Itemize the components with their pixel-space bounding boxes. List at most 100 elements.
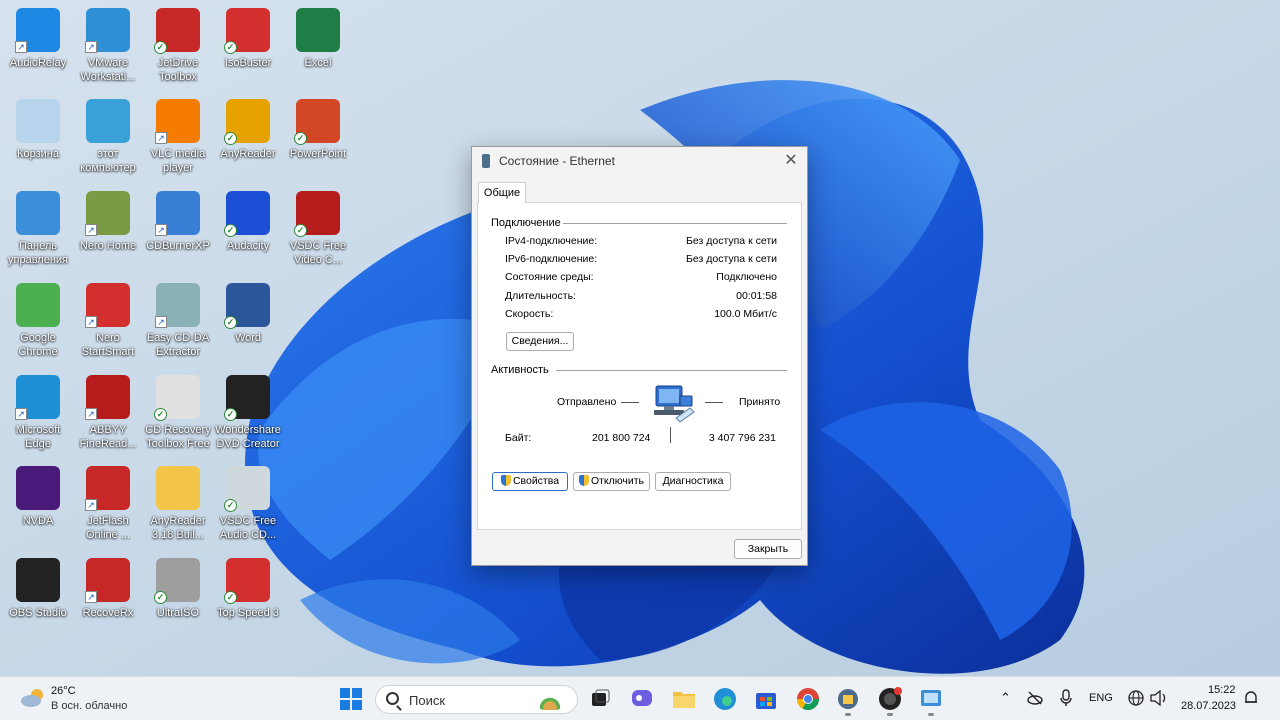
desktop-icon[interactable]: Excel — [283, 8, 353, 70]
weather-icon[interactable] — [20, 687, 46, 709]
properties-button[interactable]: Свойства — [492, 472, 568, 491]
close-icon[interactable]: ✕ — [781, 151, 801, 171]
app-icon: ↗ — [15, 375, 60, 420]
desktop-icon[interactable]: Панель управления — [3, 191, 73, 267]
app-icon: ✓ — [224, 191, 270, 237]
ipv4-value: Без доступа к сети — [686, 235, 777, 247]
desktop-icon[interactable]: ↗ VLC media player — [143, 99, 213, 175]
shortcut-arrow-icon: ↗ — [85, 591, 97, 603]
desktop-icon[interactable]: ↗ AudioRelay — [3, 8, 73, 70]
app-icon: ↗ — [85, 375, 130, 420]
obs-taskbar-icon[interactable] — [878, 687, 902, 711]
desktop-icon-label: Word — [234, 332, 262, 344]
sync-check-icon: ✓ — [224, 132, 237, 145]
desktop-icon[interactable]: ↗ ABBYY FineRead... — [73, 375, 143, 451]
running-indicator — [845, 713, 851, 716]
edge-icon[interactable] — [713, 687, 737, 711]
running-indicator — [887, 713, 893, 716]
weather-description[interactable]: В осн. облачно — [51, 700, 127, 712]
desktop-icon[interactable]: ✓ VSDC Free Video C... — [283, 191, 353, 267]
desktop-icon[interactable]: ↗ CDBurnerXP — [143, 191, 213, 253]
desktop-icon[interactable]: ✓ UltraISO — [143, 558, 213, 620]
shortcut-arrow-icon: ↗ — [155, 224, 167, 236]
tab-general[interactable]: Общие — [478, 182, 526, 203]
desktop-icon[interactable]: ✓ PowerPoint — [283, 99, 353, 161]
sent-line — [621, 402, 639, 403]
desktop-icon-label: VSDC Free Video C... — [289, 240, 347, 266]
app-icon — [16, 466, 60, 510]
search-highlight-icon — [537, 690, 563, 710]
group-divider — [556, 370, 787, 371]
onedrive-offline-icon[interactable] — [1027, 690, 1043, 706]
row-ipv6: IPv6-подключение: Без доступа к сети — [505, 253, 777, 269]
desktop-icon-label: Nero Home — [79, 240, 137, 252]
desktop-icon[interactable]: Google Chrome — [3, 283, 73, 359]
desktop-icon-label: Microsoft Edge — [15, 424, 61, 450]
desktop-icon-label: JetFlash Online ... — [85, 515, 131, 541]
desktop-icon[interactable]: NVDA — [3, 466, 73, 528]
chat-icon[interactable] — [630, 687, 654, 711]
desktop-icon[interactable]: ↗ JetFlash Online ... — [73, 466, 143, 542]
bytes-received-value: 3 407 796 231 — [708, 432, 776, 444]
file-explorer-icon[interactable] — [672, 687, 696, 711]
network-adapter-icon — [482, 154, 490, 168]
desktop-icon[interactable]: ✓ Wondershare DVD Creator — [213, 375, 283, 451]
app-icon — [296, 8, 340, 52]
desktop-icon[interactable]: ↗ Easy CD-DA Extractor — [143, 283, 213, 359]
sync-check-icon: ✓ — [154, 41, 167, 54]
desktop-icon[interactable]: AnyReader 3.18 Buil... — [143, 466, 213, 542]
chrome-icon[interactable] — [796, 687, 820, 711]
search-icon — [386, 692, 399, 705]
anyreader-taskbar-icon[interactable] — [836, 687, 860, 711]
desktop-icon-label: VMware Workstati... — [80, 57, 136, 83]
notification-bell-icon[interactable] — [1243, 690, 1259, 706]
desktop-icon[interactable]: OBS Studio — [3, 558, 73, 620]
close-button[interactable]: Закрыть — [734, 539, 802, 559]
shortcut-arrow-icon: ↗ — [155, 316, 167, 328]
app-icon — [156, 466, 200, 510]
weather-temperature[interactable]: 26°C — [51, 685, 76, 697]
desktop-icon[interactable]: ↗ Microsoft Edge — [3, 375, 73, 451]
desktop-icon[interactable]: ✓ AnyReader — [213, 99, 283, 161]
desktop-icon[interactable]: ✓ IsoBuster — [213, 8, 283, 70]
taskbar-search-box[interactable]: Поиск — [375, 685, 578, 714]
desktop-icon[interactable]: этот компьютер — [73, 99, 143, 175]
desktop-icon-label: NVDA — [22, 515, 54, 527]
desktop-icon[interactable]: ✓ Audacity — [213, 191, 283, 253]
control-panel-taskbar-icon[interactable] — [919, 687, 943, 711]
activity-group-label: Активность — [491, 364, 549, 376]
desktop-icon[interactable]: ✓ CD Recovery Toolbox Free — [143, 375, 213, 451]
desktop-icon[interactable]: Корзина — [3, 99, 73, 161]
desktop-icon-label: Easy CD-DA Extractor — [146, 332, 210, 358]
diagnostics-button[interactable]: Диагностика — [655, 472, 731, 491]
app-icon: ✓ — [154, 375, 200, 421]
disable-button[interactable]: Отключить — [573, 472, 650, 491]
desktop-icon-label: UltraISO — [156, 607, 200, 619]
task-view-icon[interactable] — [588, 687, 612, 711]
app-icon — [16, 99, 60, 143]
desktop-icon[interactable]: ✓ JetDrive Toolbox — [143, 8, 213, 84]
desktop-icon-label: PowerPoint — [289, 148, 347, 160]
language-indicator[interactable]: ENG — [1089, 692, 1113, 704]
app-icon: ✓ — [154, 558, 200, 604]
details-button[interactable]: Сведения... — [506, 332, 574, 351]
desktop-icon[interactable]: ↗ VMware Workstati... — [73, 8, 143, 84]
start-button[interactable] — [339, 687, 363, 711]
desktop-icon[interactable]: ↗ Nero StartSmart — [73, 283, 143, 359]
clock-date[interactable]: 28.07.2023 — [1181, 700, 1236, 712]
dialog-titlebar[interactable]: Состояние - Ethernet ✕ — [472, 147, 807, 175]
desktop-icon-label: Nero StartSmart — [81, 332, 135, 358]
desktop-icon[interactable]: ✓ VSDC Free Audio CD... — [213, 466, 283, 542]
desktop-icon[interactable]: ↗ RecoveRx — [73, 558, 143, 620]
chevron-up-icon[interactable]: ⌃ — [1000, 690, 1011, 706]
clock-time[interactable]: 15:22 — [1208, 684, 1236, 696]
network-globe-icon[interactable] — [1128, 690, 1144, 706]
media-state-value: Подключено — [716, 271, 777, 283]
desktop-icon[interactable]: ✓ Top Speed 3 — [213, 558, 283, 620]
store-icon[interactable] — [754, 687, 778, 711]
uac-shield-icon — [578, 475, 589, 486]
desktop-icon[interactable]: ↗ Nero Home — [73, 191, 143, 253]
desktop-icon[interactable]: ✓ Word — [213, 283, 283, 345]
volume-icon[interactable] — [1150, 689, 1168, 707]
microphone-icon[interactable] — [1060, 689, 1072, 707]
